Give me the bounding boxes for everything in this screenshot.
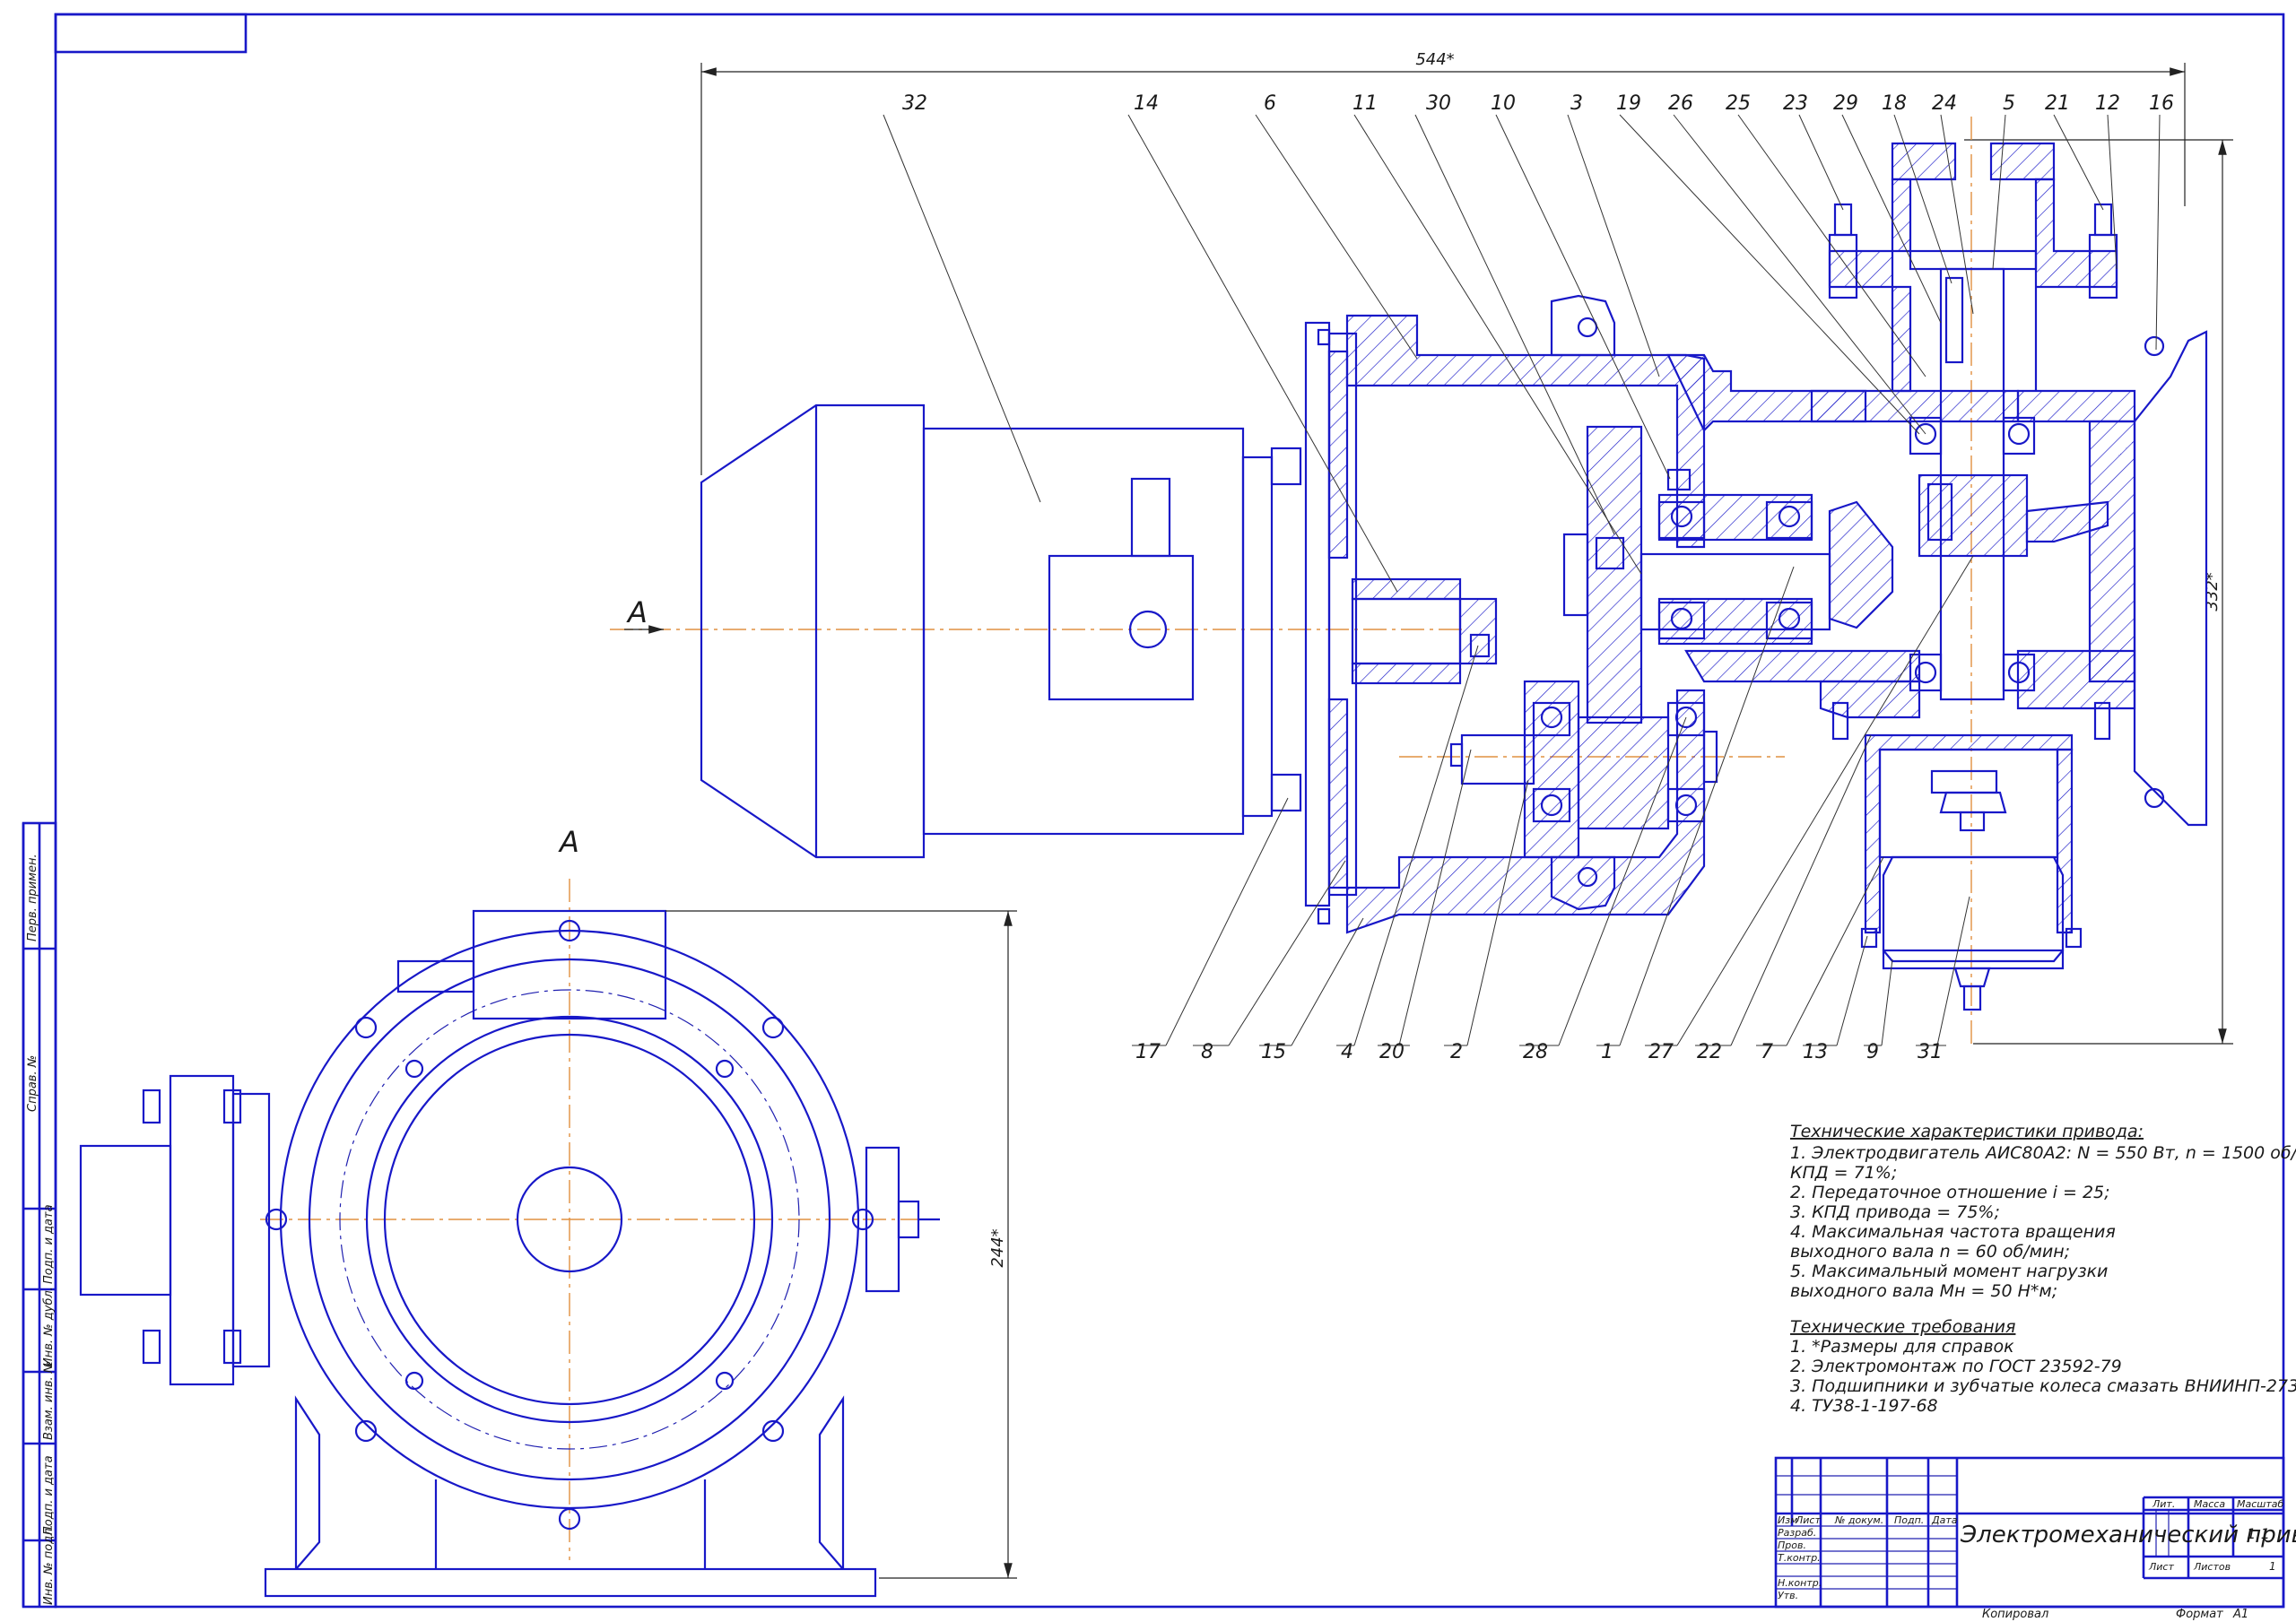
requirements-line-4: 4. ТУ38-1-197-68: [1790, 1396, 1938, 1416]
tb-sheet: Лист: [2148, 1561, 2174, 1573]
specs-line-1: 1. Электродвигатель АИС80А2: N = 550 Вт,…: [1790, 1143, 2296, 1163]
specs-line-3: 2. Передаточное отношение i = 25;: [1790, 1183, 2110, 1202]
requirements-title: Технические требования: [1790, 1317, 2015, 1337]
tb-utv: Утв.: [1778, 1590, 1798, 1601]
callout-19: 19: [1616, 92, 1641, 115]
coupling: [1351, 577, 1498, 685]
callout-24: 24: [1932, 92, 1957, 115]
callout-10: 10: [1491, 92, 1516, 115]
callout-3: 3: [1570, 92, 1583, 115]
callout-14: 14: [1134, 92, 1159, 115]
requirements-line-1: 1. *Размеры для справок: [1790, 1337, 2014, 1357]
stamp-inv-dubl: Инв. № дубл.: [42, 1287, 56, 1366]
view-arrow-a-label: A: [626, 595, 648, 629]
callout-7: 7: [1761, 1041, 1773, 1063]
tb-massa: Масса: [2194, 1498, 2225, 1510]
callout-28: 28: [1523, 1041, 1548, 1063]
callout-18: 18: [1882, 92, 1907, 115]
title-block: Изм Лист № докум. Подп. Дата Разраб. Про…: [1774, 1456, 2296, 1621]
side-stamp: Перв. примен. Справ. № Подп. и дата Инв.…: [22, 821, 57, 1609]
electric-motor: [700, 403, 1302, 859]
callout-11: 11: [1352, 92, 1378, 115]
callout-17: 17: [1135, 1041, 1161, 1063]
motor-flange: [1304, 321, 1358, 925]
stamp-podp-data-2: Подп. и дата: [42, 1455, 56, 1535]
specs-line-5: 4. Максимальная частота вращения: [1790, 1222, 2116, 1242]
stamp-podp-data-1: Подп. и дата: [42, 1204, 56, 1284]
callout-27: 27: [1648, 1041, 1674, 1063]
tb-masshtab: Масштаб: [2237, 1498, 2283, 1510]
callout-22: 22: [1697, 1041, 1722, 1063]
specs-line-6: выходного вала n = 60 об/мин;: [1790, 1242, 2070, 1262]
side-flange-gearbox: [79, 1074, 271, 1386]
tb-razrab: Разраб.: [1778, 1527, 1816, 1539]
callout-30: 30: [1426, 92, 1451, 115]
callout-25: 25: [1726, 92, 1751, 115]
callout-23: 23: [1783, 92, 1808, 115]
callout-21: 21: [2045, 92, 2070, 115]
callout-2: 2: [1450, 1041, 1463, 1063]
tb-sheets: Листов: [2193, 1561, 2231, 1573]
callout-13: 13: [1803, 1041, 1828, 1063]
specs-line-4: 3. КПД привода = 75%;: [1790, 1202, 2000, 1222]
callout-1: 1: [1601, 1041, 1613, 1063]
specs-line-8: выходного вала Мн = 50 Н*м;: [1790, 1281, 2057, 1301]
technical-specs: Технические характеристики привода: 1. Э…: [1790, 1122, 2296, 1301]
callout-31: 31: [1918, 1041, 1943, 1063]
stamp-perv-primen: Перв. примен.: [26, 854, 39, 941]
callout-bottom-labels: 17 8 15 4 20 2 28 1 27 22 7 13 9 31: [1135, 1041, 1943, 1063]
callout-26: 26: [1668, 92, 1693, 115]
dimension-front-height: 244*: [665, 910, 1017, 1579]
tb-drawing-title: Электромеханический привод: [1960, 1522, 2296, 1548]
front-view-a: A 244*: [79, 825, 1017, 1598]
stamp-inv-podl: Инв. № подл.: [42, 1524, 56, 1605]
callout-32: 32: [902, 92, 927, 115]
callout-8: 8: [1201, 1041, 1213, 1063]
tb-tkontr: Т.контр.: [1778, 1552, 1821, 1564]
tb-nkontr: Н.контр.: [1778, 1577, 1822, 1589]
tb-data: Дата: [1931, 1514, 1958, 1526]
callout-9: 9: [1866, 1041, 1879, 1063]
tb-scale: 1:1: [2247, 1525, 2270, 1542]
callout-12: 12: [2095, 92, 2120, 115]
tb-format-value: А1: [2232, 1608, 2248, 1621]
front-view-title: A: [558, 825, 579, 859]
callout-29: 29: [1833, 92, 1858, 115]
dim-544: 544*: [1415, 50, 1454, 69]
tb-doc: № докум.: [1834, 1514, 1883, 1526]
tb-list: Лист: [1795, 1514, 1821, 1526]
callout-4: 4: [1341, 1041, 1353, 1063]
callout-20: 20: [1379, 1041, 1405, 1063]
dim-244: 244*: [988, 1228, 1007, 1267]
stamp-vzam-inv: Взам. инв. №: [42, 1361, 56, 1440]
tb-prov: Пров.: [1778, 1540, 1806, 1551]
tb-copied: Копировал: [1982, 1608, 2048, 1621]
tb-format-label: Формат: [2176, 1608, 2223, 1621]
technical-requirements: Технические требования 1. *Размеры для с…: [1790, 1317, 2296, 1416]
tb-lit: Лит.: [2152, 1498, 2175, 1510]
callout-6: 6: [1264, 92, 1276, 115]
specs-line-2: КПД = 71%;: [1790, 1163, 1897, 1183]
requirements-line-2: 2. Электромонтаж по ГОСТ 23592-79: [1790, 1357, 2122, 1376]
engineering-drawing-sheet: Перв. примен. Справ. № Подп. и дата Инв.…: [22, 13, 2296, 1621]
tb-podp: Подп.: [1894, 1514, 1924, 1526]
tb-sheets-value: 1: [2269, 1560, 2276, 1573]
callout-5: 5: [2003, 92, 2015, 115]
callout-15: 15: [1261, 1041, 1286, 1063]
callout-16: 16: [2149, 92, 2174, 115]
requirements-line-3: 3. Подшипники и зубчатые колеса смазать …: [1790, 1376, 2296, 1396]
specs-line-7: 5. Максимальный момент нагрузки: [1790, 1262, 2108, 1281]
stamp-sprav: Справ. №: [26, 1055, 39, 1112]
specs-title: Технические характеристики привода:: [1790, 1122, 2144, 1141]
view-arrow-a: A: [624, 595, 664, 634]
callout-top-labels: 32 14 6 11 30 10 3 19 26 25 23 29 18 24 …: [902, 92, 2174, 115]
